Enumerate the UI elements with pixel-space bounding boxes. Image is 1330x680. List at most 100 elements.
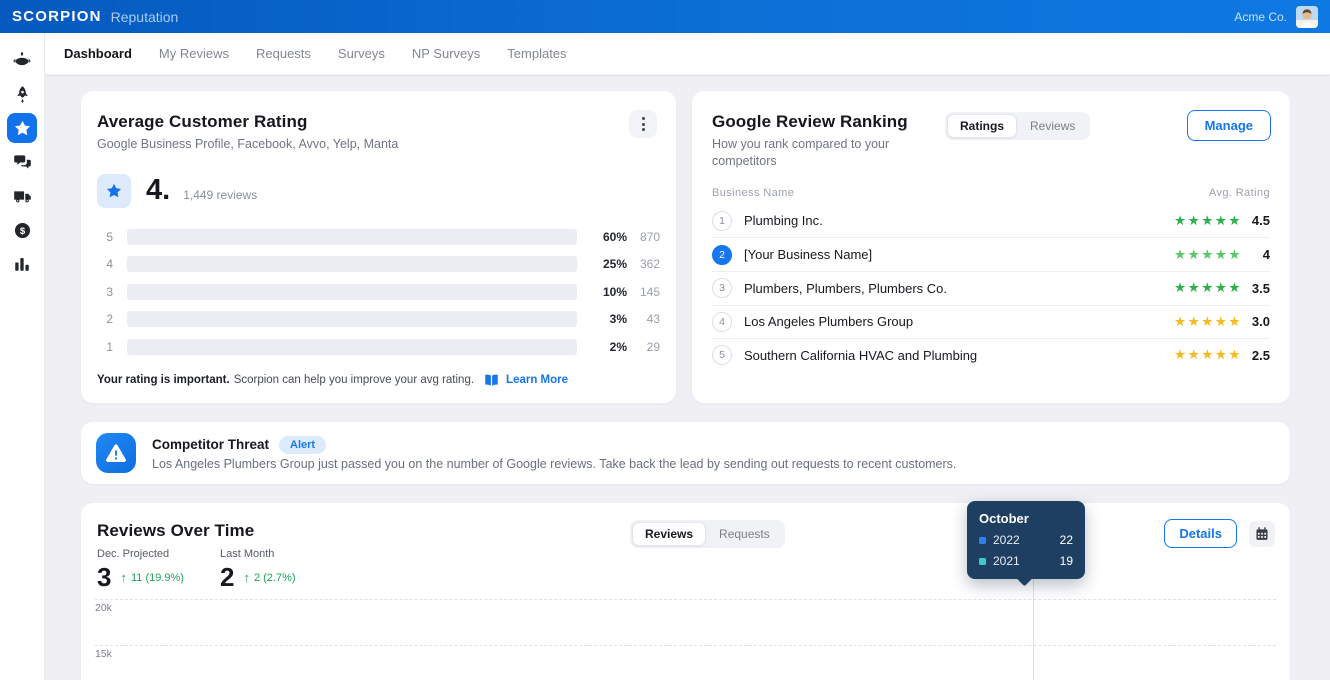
gridline-20k	[95, 599, 1276, 600]
reviews-count: 1,449 reviews	[183, 187, 258, 202]
histogram-row-1-star: 1 2% 29	[97, 333, 660, 361]
stat-value: 2	[219, 562, 235, 592]
details-button[interactable]: Details	[1164, 519, 1237, 548]
reviews-toggle-option-reviews[interactable]: Reviews	[632, 522, 707, 546]
histogram-percent: 2%	[609, 340, 627, 355]
ranking-toggle-option-reviews[interactable]: Reviews	[1017, 114, 1088, 138]
star-level-label: 5	[106, 229, 113, 244]
footer-text: Scorpion can help you improve your avg r…	[233, 374, 475, 387]
stat-delta: ↑ 2 (2.7%)	[243, 570, 296, 585]
stat-value: 3	[97, 562, 112, 592]
truck-icon	[13, 187, 32, 206]
histogram-count: 145	[639, 284, 660, 299]
rating-value: 4.5	[1251, 213, 1270, 229]
star-level-label: 4	[106, 257, 113, 272]
bar-chart-icon	[13, 255, 31, 273]
stat-last-month: Last Month 2 ↑ 2 (2.7%)	[220, 548, 296, 593]
sidebar-item-rocket[interactable]	[7, 79, 37, 109]
tab-surveys[interactable]: Surveys	[338, 46, 385, 61]
ranking-row-5[interactable]: 5 Southern California HVAC and Plumbing ★★…	[712, 338, 1270, 372]
brand-logo: SCORPION	[12, 8, 102, 25]
ranking-row-3[interactable]: 3 Plumbers, Plumbers, Plumbers Co. ★★★★★ 3.…	[712, 270, 1270, 305]
sidebar-item-scorpion[interactable]	[7, 45, 37, 75]
alert-badge: Alert	[279, 435, 327, 454]
histogram-count: 362	[639, 257, 660, 272]
sidebar-item-truck[interactable]	[7, 181, 37, 211]
svg-text:$: $	[19, 225, 25, 236]
footer-bold-text: Your rating is important.	[97, 374, 230, 387]
chart-tooltip: October 2022 22 2021 19	[967, 501, 1085, 579]
histogram-percent: 3%	[609, 312, 627, 327]
stat-label: Dec. Projected	[97, 548, 170, 560]
rating-histogram: 5 60% 870 4 25% 362 3 10% 145 2 3% 43 1 2% 29	[97, 223, 660, 361]
business-name: Los Angeles Plumbers Group	[744, 314, 914, 330]
rank-badge: 5	[712, 345, 732, 366]
tab-my-reviews[interactable]: My Reviews	[159, 46, 229, 61]
reviews-toggle-option-requests[interactable]: Requests	[706, 522, 783, 546]
rating-value: 3.5	[1251, 280, 1270, 296]
star-level-label: 3	[106, 284, 113, 299]
ranking-toggle-option-ratings[interactable]: Ratings	[947, 114, 1018, 138]
tooltip-series-2021: 2021 19	[979, 554, 1073, 568]
tab-templates[interactable]: Templates	[507, 46, 566, 61]
rating-card-title: Average Customer Rating	[97, 112, 308, 131]
alert-message: Los Angeles Plumbers Group just passed y…	[152, 456, 957, 471]
arrow-up-icon: ↑	[120, 570, 127, 585]
star-rating-icons: ★★★★★	[1173, 212, 1242, 228]
account-name[interactable]: Acme Co.	[1234, 10, 1287, 24]
rank-badge: 3	[712, 278, 732, 299]
ranking-row-4[interactable]: 4 Los Angeles Plumbers Group ★★★★★ 3.0	[712, 304, 1270, 339]
sidebar-item-chat[interactable]	[7, 147, 37, 177]
ranking-table: 1 Plumbing Inc. ★★★★★ 4.5 2 [Your Business Na…	[712, 204, 1270, 372]
star-level-label: 2	[106, 312, 113, 327]
tab-dashboard[interactable]: Dashboard	[64, 46, 132, 61]
sidebar: $	[0, 33, 45, 680]
chat-icon	[13, 153, 32, 172]
business-name: Plumbers, Plumbers, Plumbers Co.	[744, 280, 948, 296]
sidebar-item-star[interactable]	[7, 113, 37, 143]
reviews-chart[interactable]: 20k 15k	[81, 591, 1290, 680]
stat-label: Last Month	[219, 548, 275, 560]
kebab-menu-icon[interactable]	[629, 110, 657, 138]
manage-button[interactable]: Manage	[1186, 110, 1271, 141]
reviews-over-time-card: Reviews Over Time Dec. Projected 3 ↑ 11 (19…	[81, 503, 1290, 680]
column-avg-rating: Avg. Rating	[1208, 186, 1270, 199]
y-tick-label: 15k	[95, 648, 112, 660]
business-name: Plumbing Inc.	[744, 213, 823, 229]
rating-card-subtitle: Google Business Profile, Facebook, Avvo,…	[97, 137, 399, 151]
main-nav: Dashboard My Reviews Requests Surveys NP Sur…	[45, 33, 1330, 75]
ranking-row-2[interactable]: 2 [Your Business Name] ★★★★★ 4	[712, 237, 1270, 271]
user-avatar[interactable]	[1296, 5, 1318, 28]
top-bar: SCORPION Reputation Acme Co.	[0, 0, 1330, 33]
tab-np-surveys[interactable]: NP Surveys	[412, 46, 480, 61]
histogram-bar	[127, 283, 577, 300]
book-icon	[484, 374, 499, 387]
histogram-bar	[127, 228, 577, 245]
sidebar-item-dollar[interactable]: $	[7, 215, 37, 245]
business-name: Southern California HVAC and Plumbing	[744, 347, 978, 363]
scorpion-icon	[12, 50, 32, 70]
content-area: Average Customer Rating Google Business …	[45, 75, 1330, 680]
sidebar-item-bar-chart[interactable]	[7, 249, 37, 279]
rank-badge: 2	[712, 244, 732, 265]
series-value: 22	[1059, 533, 1073, 547]
ranking-row-1[interactable]: 1 Plumbing Inc. ★★★★★ 4.5	[712, 204, 1270, 238]
star-rating-icons: ★★★★★	[1173, 246, 1242, 262]
rating-footer: Your rating is important. Scorpion can h…	[97, 374, 660, 387]
review-ranking-card: Google Review Ranking How you rank compa…	[692, 91, 1290, 403]
star-level-label: 1	[106, 340, 113, 355]
series-value: 19	[1059, 554, 1073, 568]
histogram-count: 29	[646, 340, 660, 355]
tab-requests[interactable]: Requests	[256, 46, 311, 61]
histogram-row-4-star: 4 25% 362	[97, 250, 660, 278]
histogram-row-3-star: 3 10% 145	[97, 278, 660, 306]
stat-delta: ↑ 11 (19.9%)	[120, 570, 184, 585]
histogram-percent: 60%	[602, 229, 627, 244]
learn-more-link[interactable]: Learn More	[506, 374, 568, 386]
calendar-icon[interactable]	[1249, 521, 1275, 547]
stat-dec-projected: Dec. Projected 3 ↑ 11 (19.9%)	[97, 548, 184, 593]
average-rating-card: Average Customer Rating Google Business …	[81, 91, 676, 403]
competitor-threat-alert: Competitor Threat Alert Los Angeles Plum…	[81, 422, 1290, 484]
tooltip-month: October	[979, 511, 1029, 526]
dollar-icon: $	[13, 221, 32, 240]
